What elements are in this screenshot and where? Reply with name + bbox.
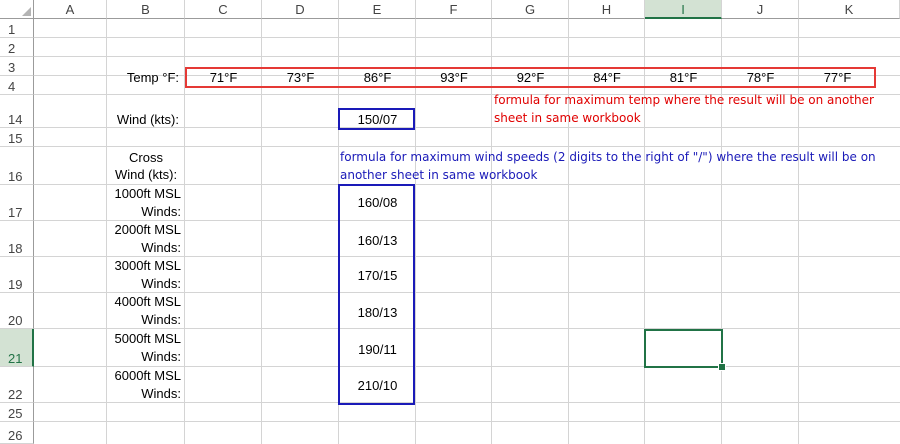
cell-e20[interactable]: 180/13	[339, 305, 416, 320]
grid-line	[34, 220, 900, 221]
cell-b20-line1[interactable]: 4000ft MSL	[107, 294, 182, 309]
grid-line	[34, 184, 900, 185]
row-header-20[interactable]: 20	[0, 293, 34, 329]
row-header-22[interactable]: 22	[0, 367, 34, 403]
row-header-17[interactable]: 17	[0, 185, 34, 221]
grid-line	[34, 366, 900, 367]
cell-b22-line2[interactable]: Winds:	[107, 386, 181, 401]
select-all-corner[interactable]	[0, 0, 34, 19]
cell-e21[interactable]: 190/11	[339, 342, 416, 357]
grid-line	[34, 127, 900, 128]
row-header-19[interactable]: 19	[0, 257, 34, 293]
cell-b22-line1[interactable]: 6000ft MSL	[107, 368, 182, 383]
row-header-26[interactable]: 26	[0, 422, 34, 444]
grid-line	[34, 56, 900, 57]
fill-handle[interactable]	[718, 363, 726, 371]
cell-b21-line2[interactable]: Winds:	[107, 349, 181, 364]
cell-b20-line2[interactable]: Winds:	[107, 312, 181, 327]
cell-k3[interactable]: 77°F	[799, 70, 876, 85]
column-header-h[interactable]: H	[569, 0, 645, 19]
cell-g3[interactable]: 92°F	[492, 70, 569, 85]
cell-b14[interactable]: Wind (kts):	[107, 112, 179, 127]
cell-b19-line2[interactable]: Winds:	[107, 276, 181, 291]
cell-b21-line1[interactable]: 5000ft MSL	[107, 331, 182, 346]
cell-b19-line1[interactable]: 3000ft MSL	[107, 258, 182, 273]
cell-e18[interactable]: 160/13	[339, 233, 416, 248]
note-max-temp-line2: sheet in same workbook	[494, 111, 641, 125]
row-header-1[interactable]: 1	[0, 19, 34, 38]
column-header-d[interactable]: D	[262, 0, 339, 19]
note-max-wind-line1: formula for maximum wind speeds (2 digit…	[340, 150, 876, 164]
note-max-wind-line2: another sheet in same workbook	[340, 168, 538, 182]
column-header-g[interactable]: G	[492, 0, 569, 19]
cell-d3[interactable]: 73°F	[262, 70, 339, 85]
column-header-i[interactable]: I	[645, 0, 722, 19]
column-header-k[interactable]: K	[799, 0, 900, 19]
cell-b18-line2[interactable]: Winds:	[107, 240, 181, 255]
cell-j3[interactable]: 78°F	[722, 70, 799, 85]
cell-b3[interactable]: Temp °F:	[107, 70, 179, 85]
column-header-a[interactable]: A	[34, 0, 107, 19]
row-header-14[interactable]: 14	[0, 95, 34, 128]
column-header-f[interactable]: F	[416, 0, 492, 19]
column-header-j[interactable]: J	[722, 0, 799, 19]
select-all-triangle-icon	[22, 7, 31, 16]
row-header-18[interactable]: 18	[0, 221, 34, 257]
cell-e22[interactable]: 210/10	[339, 378, 416, 393]
cell-e19[interactable]: 170/15	[339, 268, 416, 283]
row-header-15[interactable]: 15	[0, 128, 34, 147]
cell-b16-line2[interactable]: Wind (kts):	[107, 167, 185, 182]
grid-line	[34, 421, 900, 422]
cell-h3[interactable]: 84°F	[569, 70, 645, 85]
cell-c3[interactable]: 71°F	[185, 70, 262, 85]
grid-line	[34, 292, 900, 293]
winds-aloft-range-highlight	[338, 184, 415, 405]
cell-e17[interactable]: 160/08	[339, 195, 416, 210]
row-header-4[interactable]: 4	[0, 76, 34, 95]
row-header-16[interactable]: 16	[0, 147, 34, 185]
grid-line	[34, 256, 900, 257]
column-header-b[interactable]: B	[107, 0, 185, 19]
grid-line	[34, 146, 900, 147]
cell-b16-line1[interactable]: Cross	[107, 150, 185, 165]
grid-line	[34, 402, 900, 403]
cell-b17-line1[interactable]: 1000ft MSL	[107, 186, 182, 201]
cell-b18-line1[interactable]: 2000ft MSL	[107, 222, 182, 237]
grid-line	[34, 328, 900, 329]
row-header-21[interactable]: 21	[0, 329, 34, 367]
column-header-c[interactable]: C	[185, 0, 262, 19]
cell-e14[interactable]: 150/07	[339, 112, 416, 127]
selected-cell-i21[interactable]	[644, 329, 723, 368]
row-header-25[interactable]: 25	[0, 403, 34, 422]
cell-e3[interactable]: 86°F	[339, 70, 416, 85]
row-header-3[interactable]: 3	[0, 57, 34, 76]
grid-line	[34, 37, 900, 38]
cell-b17-line2[interactable]: Winds:	[107, 204, 181, 219]
cell-f3[interactable]: 93°F	[416, 70, 492, 85]
row-header-2[interactable]: 2	[0, 38, 34, 57]
column-header-e[interactable]: E	[339, 0, 416, 19]
cell-i3[interactable]: 81°F	[645, 70, 722, 85]
